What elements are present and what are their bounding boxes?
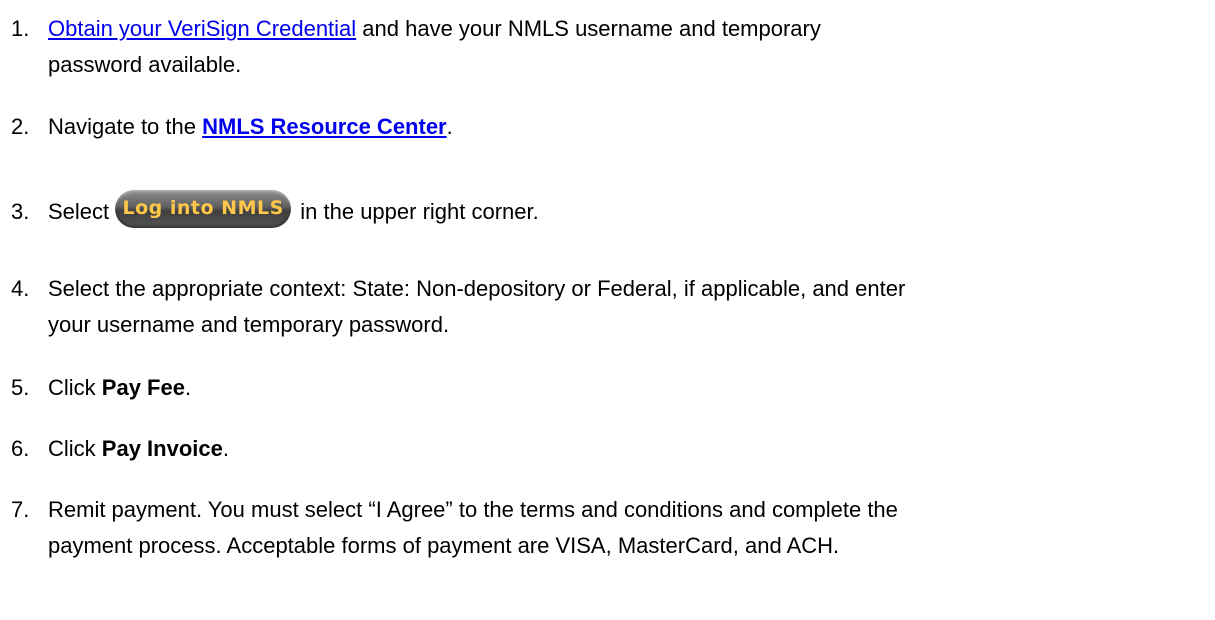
step-line: Obtain your VeriSign Credential and have… — [48, 11, 1198, 47]
step-number: 5. — [11, 375, 30, 400]
step-number: 6. — [11, 436, 30, 461]
step-text-segment: Click — [48, 436, 102, 461]
step-text: Select Log into NMLS in the upper right c… — [48, 190, 1198, 232]
step-number: 1. — [11, 16, 30, 41]
step-line: Remit payment. You must select “I Agree”… — [48, 497, 898, 522]
step-text: Obtain your VeriSign Credential and have… — [48, 11, 1198, 83]
step-text: Remit payment. You must select “I Agree”… — [48, 492, 1198, 564]
step-line: Click Pay Fee. — [48, 370, 1198, 406]
step-text-segment: Click — [48, 375, 102, 400]
step-line: Navigate to the NMLS Resource Center. — [48, 109, 1198, 145]
log-into-nmls-button[interactable]: Log into NMLS — [115, 190, 292, 229]
step-line: Click Pay Invoice. — [48, 431, 1198, 467]
step-text: Click Pay Invoice. — [48, 431, 1198, 467]
step-number: 3. — [11, 199, 30, 224]
step-text-segment: . — [222, 436, 229, 461]
step-text: Navigate to the NMLS Resource Center. — [48, 109, 1198, 145]
step-number: 4. — [11, 276, 30, 301]
step-text-segment: and have your NMLS username and temporar… — [356, 16, 821, 41]
step-text: Select the appropriate context: State: N… — [48, 271, 1198, 343]
pay-invoice-label: Pay Invoice — [101, 436, 223, 461]
nmls-resource-center-link[interactable]: NMLS Resource Center — [202, 114, 447, 139]
step-text-segment: Navigate to the — [48, 114, 203, 139]
step-number: 7. — [11, 497, 30, 522]
step-line: Select the appropriate context: State: N… — [48, 276, 906, 301]
step-text: Click Pay Fee. — [48, 370, 1198, 406]
step-text-segment: Select — [48, 199, 110, 224]
step-text-segment: . — [446, 114, 453, 139]
instructions-page: { "steps": [ { "number": "1.", "link_tex… — [0, 0, 1215, 620]
verisign-credential-link[interactable]: Obtain your VeriSign Credential — [48, 16, 356, 41]
step-line: payment process. Acceptable forms of pay… — [48, 533, 840, 558]
step-number: 2. — [11, 114, 30, 139]
step-line: Select Log into NMLS in the upper right c… — [48, 190, 1198, 232]
pay-fee-label: Pay Fee — [101, 375, 185, 400]
step-line: your username and temporary password. — [48, 312, 450, 337]
step-text-segment: . — [184, 375, 192, 400]
step-line: password available. — [48, 52, 242, 77]
step-text-segment: in the upper right corner. — [294, 199, 539, 224]
